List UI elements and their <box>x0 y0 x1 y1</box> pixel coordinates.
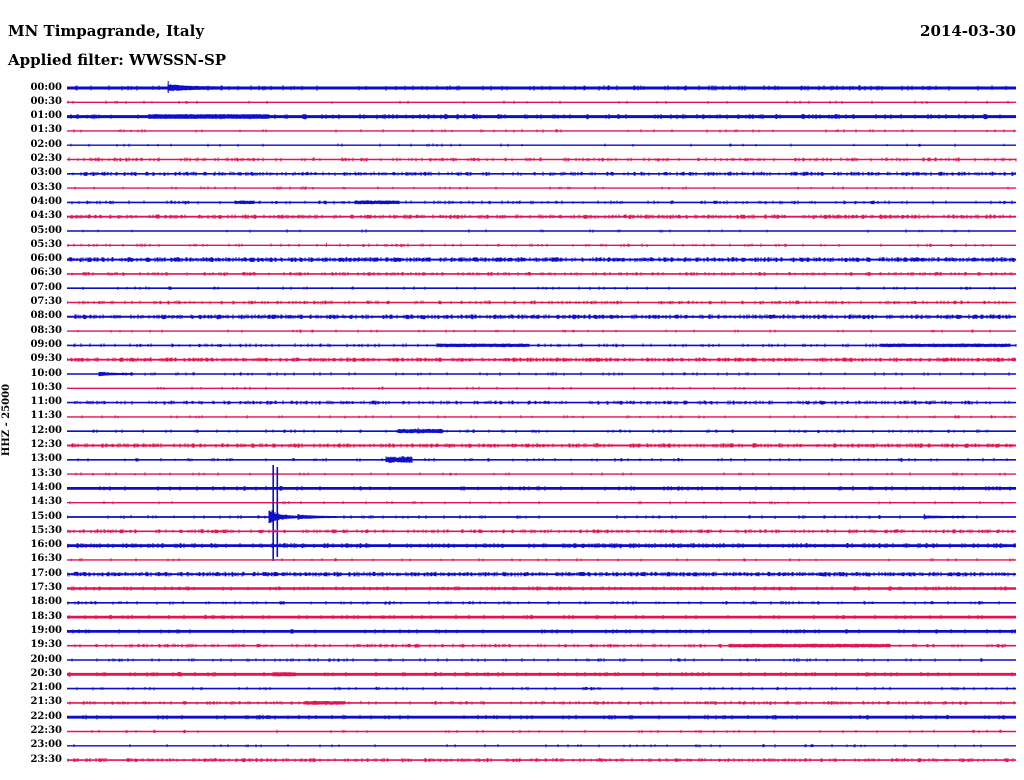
time-label-04:00: 04:00 <box>30 195 62 207</box>
trace-row-17:30 <box>67 586 1016 591</box>
time-label-22:00: 22:00 <box>30 710 62 722</box>
time-label-21:00: 21:00 <box>30 682 62 694</box>
time-label-20:30: 20:30 <box>30 667 62 679</box>
time-label-09:00: 09:00 <box>30 338 62 350</box>
trace-row-09:00 <box>67 343 1017 348</box>
time-label-21:30: 21:30 <box>30 696 62 708</box>
trace-row-23:30 <box>67 758 1016 763</box>
trace-row-02:00 <box>67 143 1016 147</box>
time-label-09:30: 09:30 <box>30 353 62 365</box>
time-label-00:00: 00:00 <box>30 81 62 93</box>
time-label-07:00: 07:00 <box>30 281 62 293</box>
trace-row-04:30 <box>67 214 1016 219</box>
date-label: 2014-03-30 <box>920 22 1016 40</box>
time-label-12:30: 12:30 <box>30 439 62 450</box>
time-label-13:00: 13:00 <box>30 453 62 465</box>
trace-row-18:00 <box>67 600 1016 605</box>
trace-row-00:30 <box>67 100 1016 104</box>
trace-row-19:00 <box>67 629 1016 634</box>
time-label-15:30: 15:30 <box>30 524 62 536</box>
trace-row-12:30 <box>67 443 1016 448</box>
trace-row-20:00 <box>67 658 1016 662</box>
trace-row-04:00 <box>67 200 1016 205</box>
trace-row-10:00 <box>67 371 1016 377</box>
trace-row-14:30 <box>67 501 1016 505</box>
trace-row-22:30 <box>67 729 1016 734</box>
trace-row-13:00 <box>67 456 1016 463</box>
helicorder-plot <box>67 81 1017 763</box>
time-label-05:00: 05:00 <box>30 224 62 236</box>
trace-row-18:30 <box>67 614 1016 620</box>
time-label-14:30: 14:30 <box>30 496 62 508</box>
time-label-15:00: 15:00 <box>30 510 62 522</box>
time-axis-labels: 00:00 00:30 01:00 01:30 02:00 02:30 03:00 03:30… <box>0 0 62 780</box>
time-label-12:00: 12:00 <box>30 424 62 436</box>
time-label-11:00: 11:00 <box>30 396 62 408</box>
time-label-06:00: 06:00 <box>30 253 62 265</box>
time-label-01:00: 01:00 <box>30 110 62 122</box>
time-label-19:30: 19:30 <box>30 639 62 651</box>
time-label-22:30: 22:30 <box>30 725 62 736</box>
time-label-14:00: 14:00 <box>30 481 62 493</box>
trace-row-20:30 <box>67 671 1016 677</box>
trace-row-17:00 <box>67 571 1016 577</box>
time-label-08:30: 08:30 <box>30 324 62 336</box>
trace-row-09:30 <box>67 357 1016 362</box>
trace-row-01:00 <box>67 113 1016 120</box>
trace-row-05:00 <box>67 229 1016 233</box>
trace-row-22:00 <box>67 714 1016 720</box>
time-label-06:30: 06:30 <box>30 267 62 279</box>
trace-row-06:00 <box>67 257 1016 263</box>
trace-row-19:30 <box>67 643 1016 648</box>
time-label-20:00: 20:00 <box>30 653 62 665</box>
trace-row-03:00 <box>67 171 1016 176</box>
trace-row-21:00 <box>67 686 1016 691</box>
time-label-17:30: 17:30 <box>30 582 62 593</box>
trace-row-11:30 <box>67 415 1016 419</box>
trace-row-14:00 <box>67 485 1016 491</box>
trace-row-08:30 <box>67 329 1016 333</box>
time-label-11:30: 11:30 <box>30 410 62 422</box>
trace-row-16:00 <box>67 543 1016 549</box>
time-label-18:00: 18:00 <box>30 596 62 608</box>
time-label-05:30: 05:30 <box>30 238 62 250</box>
time-label-19:00: 19:00 <box>30 624 62 636</box>
trace-row-06:30 <box>67 271 1016 276</box>
trace-row-00:00 <box>67 81 1016 93</box>
time-label-18:30: 18:30 <box>30 610 62 622</box>
trace-row-08:00 <box>67 314 1016 320</box>
trace-row-11:00 <box>67 400 1016 405</box>
trace-row-21:30 <box>67 700 1016 705</box>
time-label-23:00: 23:00 <box>30 739 62 751</box>
trace-row-13:30 <box>67 472 1016 476</box>
trace-row-07:30 <box>67 300 1016 305</box>
trace-row-15:30 <box>67 529 1016 534</box>
time-label-04:30: 04:30 <box>30 210 62 222</box>
time-label-10:00: 10:00 <box>30 367 62 379</box>
time-label-01:30: 01:30 <box>30 124 62 136</box>
trace-row-16:30 <box>67 558 1016 562</box>
time-label-02:30: 02:30 <box>30 153 62 164</box>
trace-row-02:30 <box>67 157 1017 162</box>
trace-row-07:00 <box>67 286 1016 290</box>
trace-row-05:30 <box>67 242 1016 248</box>
time-label-17:00: 17:00 <box>30 567 62 579</box>
trace-row-10:30 <box>67 386 1016 390</box>
time-label-10:30: 10:30 <box>30 381 62 393</box>
time-label-23:30: 23:30 <box>30 753 62 765</box>
time-label-07:30: 07:30 <box>30 296 62 307</box>
trace-row-12:00 <box>67 427 1016 434</box>
time-label-13:30: 13:30 <box>30 467 62 479</box>
time-label-03:30: 03:30 <box>30 181 62 193</box>
trace-row-23:00 <box>67 744 1016 748</box>
time-label-03:00: 03:00 <box>30 167 62 179</box>
trace-row-03:30 <box>67 186 1016 190</box>
time-label-00:30: 00:30 <box>30 95 62 107</box>
time-label-16:30: 16:30 <box>30 553 62 565</box>
trace-row-01:30 <box>67 129 1016 133</box>
time-label-16:00: 16:00 <box>30 539 62 551</box>
time-label-02:00: 02:00 <box>30 138 62 150</box>
time-label-08:00: 08:00 <box>30 310 62 322</box>
